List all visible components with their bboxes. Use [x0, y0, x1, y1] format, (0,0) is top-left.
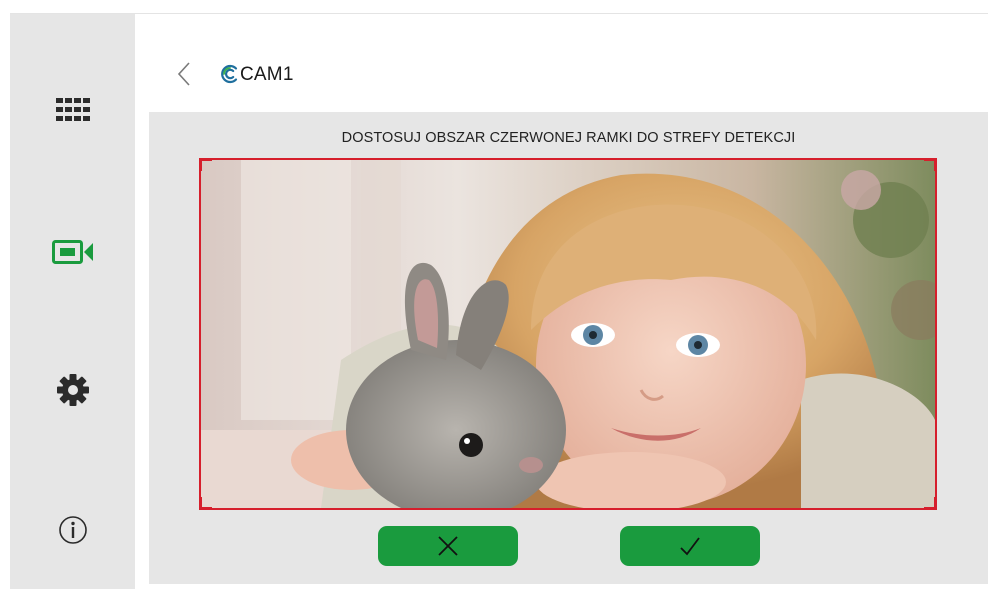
checkmark-icon — [680, 537, 700, 556]
frame-handle-top-right[interactable] — [924, 160, 935, 171]
frame-handle-bottom-right[interactable] — [924, 497, 935, 508]
info-icon — [58, 516, 87, 544]
chevron-left-icon — [177, 62, 190, 86]
sidebar — [10, 14, 135, 589]
back-button[interactable] — [172, 60, 196, 88]
sidebar-item-info[interactable] — [10, 500, 135, 560]
sidebar-item-menu[interactable] — [10, 80, 135, 140]
gear-icon — [56, 374, 89, 406]
frame-handle-top-left[interactable] — [201, 160, 212, 171]
instruction-text: DOSTOSUJ OBSZAR CZERWONEJ RAMKI DO STREF… — [341, 130, 796, 146]
camera-preview-image — [201, 160, 935, 508]
header-bar: CAM1 — [150, 50, 988, 102]
camera-title: CAM1 — [240, 64, 294, 85]
frame-handle-bottom-left[interactable] — [201, 497, 212, 508]
close-icon — [438, 536, 458, 556]
sidebar-item-settings[interactable] — [10, 360, 135, 420]
detection-frame[interactable] — [199, 158, 937, 510]
confirm-button[interactable] — [620, 526, 760, 566]
sidebar-item-camera[interactable] — [10, 222, 135, 282]
top-divider — [10, 13, 988, 14]
detection-zone-panel: DOSTOSUJ OBSZAR CZERWONEJ RAMKI DO STREF… — [149, 112, 988, 584]
grid-menu-icon — [55, 98, 90, 121]
video-camera-icon — [51, 240, 93, 264]
cancel-button[interactable] — [378, 526, 518, 566]
brand-logo-icon — [221, 64, 238, 84]
